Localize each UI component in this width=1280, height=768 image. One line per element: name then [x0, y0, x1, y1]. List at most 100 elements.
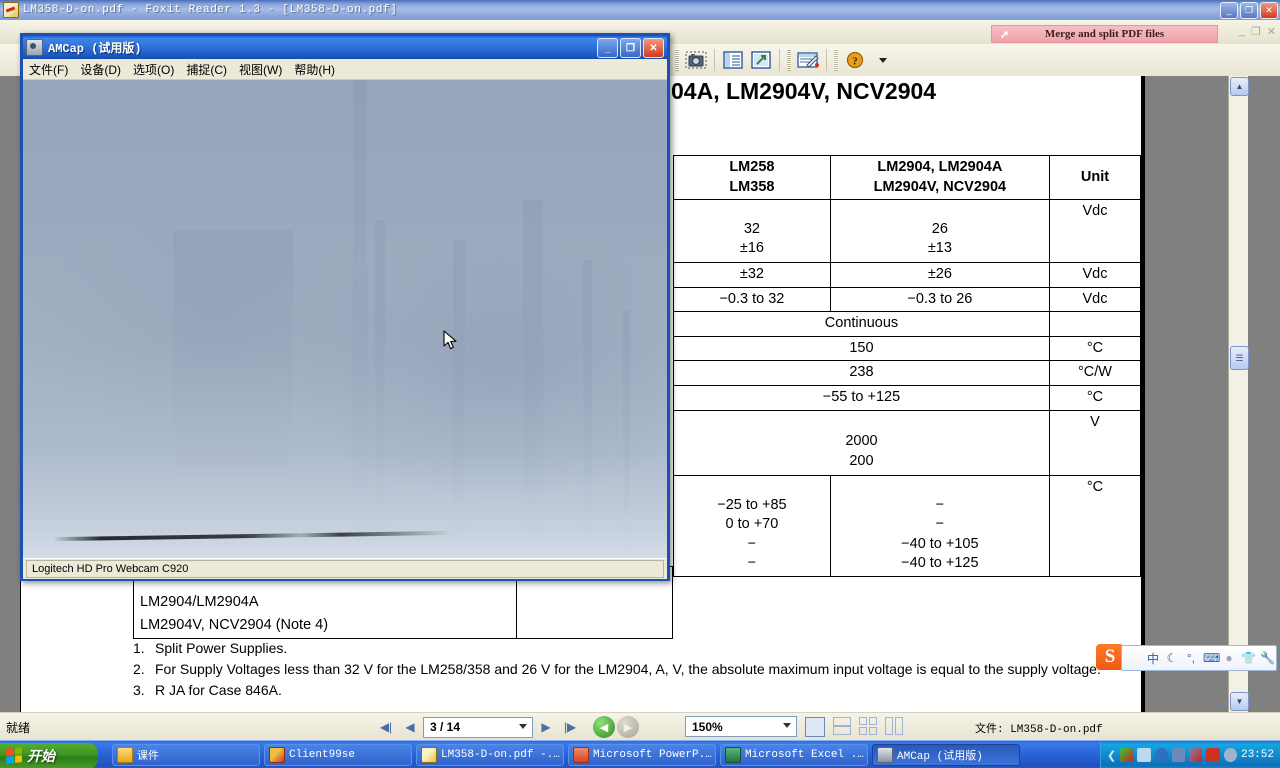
menu-help[interactable]: 帮助(H) [294, 61, 335, 78]
sogou-ime-toolbar: 中 ☾ °, ⌨ ● 👕 🔧 [1121, 645, 1277, 671]
help-icon[interactable]: ? [842, 48, 868, 72]
menu-options[interactable]: 选项(O) [133, 61, 174, 78]
snapshot-icon[interactable] [683, 48, 709, 72]
facing-mode-button[interactable] [859, 717, 877, 735]
scroll-up-button[interactable]: ▲ [1230, 77, 1249, 96]
taskbar-item-excel[interactable]: Microsoft Excel ... [720, 744, 868, 766]
toolbar-grip[interactable] [675, 49, 679, 71]
page-number-value: 3 / 14 [430, 720, 461, 734]
amcap-minimize-button[interactable]: _ [597, 38, 618, 58]
sound-icon[interactable] [1223, 748, 1237, 762]
vertical-scrollbar[interactable]: ▲ ☰ ▼ [1228, 76, 1249, 712]
desktop-root: LM358-D-on.pdf - Foxit Reader 1.3 - [LM3… [0, 0, 1280, 768]
close-button[interactable]: ✕ [1260, 2, 1278, 19]
taskbar-item-amcap[interactable]: AMCap (试用版) [872, 744, 1020, 766]
table-row: Continuous [673, 311, 1141, 337]
taskbar-item-label: AMCap (试用版) [897, 751, 983, 763]
menu-file[interactable]: 文件(F) [29, 61, 68, 78]
usb-icon[interactable] [1189, 748, 1203, 762]
scrollbar-thumb[interactable]: ☰ [1230, 346, 1249, 370]
taskbar-item-courseware[interactable]: 课件 [112, 744, 260, 766]
menu-capture[interactable]: 捕捉(C) [186, 61, 227, 78]
cell-unit: °C [1048, 384, 1141, 411]
single-page-mode-button[interactable] [805, 717, 825, 737]
amcap-window-title: AMCap (试用版) [48, 42, 142, 56]
volume-icon[interactable] [1137, 748, 1151, 762]
foxit-window-title: LM358-D-on.pdf - Foxit Reader 1.3 - [LM3… [23, 4, 398, 16]
continuous-mode-button[interactable] [833, 717, 851, 735]
history-forward-button[interactable]: ▶ [617, 716, 639, 738]
form-edit-icon[interactable] [795, 48, 821, 72]
scroll-down-button[interactable]: ▼ [1230, 692, 1249, 711]
menu-view[interactable]: 视图(W) [239, 61, 282, 78]
merge-split-banner[interactable]: ➚ Merge and split PDF files [991, 25, 1218, 43]
cell-unit: Vdc [1048, 286, 1141, 313]
table-row: 238 °C/W [673, 360, 1141, 386]
chinese-mode-icon[interactable]: 中 [1146, 650, 1160, 667]
last-page-button[interactable]: |▶ [559, 716, 581, 738]
taskbar-item-foxit[interactable]: LM358-D-on.pdf -... [416, 744, 564, 766]
toolbar-grip-2[interactable] [787, 49, 791, 71]
chevron-down-icon-zoom[interactable] [783, 723, 791, 728]
pdf-notes: 1. Split Power Supplies. 2. For Supply V… [133, 639, 1141, 702]
moon-icon[interactable]: ☾ [1165, 651, 1179, 665]
next-page-button[interactable]: ▶ [535, 716, 557, 738]
cell-value: −0.3 to 32 [673, 286, 831, 313]
tray-expand-icon[interactable]: ❮ [1107, 749, 1116, 762]
amcap-window: AMCap (试用版) _ ❐ ✕ 文件(F) 设备(D) 选项(O) 捕捉(C… [20, 33, 670, 581]
user-icon[interactable]: ● [1222, 651, 1236, 665]
taskbar-item-client99se[interactable]: Client99se [264, 744, 412, 766]
pdf-heading: 04A, LM2904V, NCV2904 [671, 78, 937, 104]
cell-value-merged: 150 [673, 335, 1050, 362]
toolbar-grip-3[interactable] [834, 49, 838, 71]
previous-page-button[interactable]: ◀ [399, 716, 421, 738]
soft-keyboard-icon[interactable]: ⌨ [1203, 651, 1220, 665]
webcam-preview[interactable] [23, 80, 667, 558]
toolbar-overflow-icon[interactable] [870, 48, 896, 72]
first-page-button[interactable]: ◀| [375, 716, 397, 738]
network-icon[interactable] [1120, 748, 1134, 762]
cell-value: −0.3 to 26 [829, 286, 1050, 313]
taskbar-clock: 23:52 [1240, 749, 1274, 761]
skin-icon[interactable]: 👕 [1241, 651, 1256, 665]
mdi-minimize-button[interactable]: _ [1239, 25, 1245, 38]
antivirus-icon[interactable] [1154, 748, 1168, 762]
sogou-ime-logo-icon[interactable]: S [1096, 644, 1124, 670]
table-row: ±32 ±26 Vdc [673, 262, 1141, 288]
zoom-combobox[interactable]: 150% [685, 716, 797, 737]
svg-text:?: ? [852, 56, 858, 68]
foxit-titlebar[interactable]: LM358-D-on.pdf - Foxit Reader 1.3 - [LM3… [0, 0, 1280, 20]
zoom-value: 150% [692, 719, 723, 734]
monitor-icon[interactable] [1171, 748, 1186, 762]
amcap-close-button[interactable]: ✕ [643, 38, 664, 58]
mdi-close-button[interactable]: ✕ [1267, 25, 1276, 38]
folder-icon [117, 747, 133, 763]
mdi-restore-button[interactable]: ❐ [1251, 25, 1261, 38]
tools-icon[interactable]: 🔧 [1260, 651, 1275, 665]
taskbar-item-powerpoint[interactable]: Microsoft PowerP... [568, 744, 716, 766]
minimize-button[interactable]: _ [1220, 2, 1238, 19]
chevron-down-icon[interactable] [519, 723, 527, 729]
menu-device[interactable]: 设备(D) [80, 61, 121, 78]
video-dark-streak [52, 530, 454, 542]
note-number: 2. [133, 660, 145, 677]
taskbar-item-label: LM358-D-on.pdf -... [441, 749, 563, 761]
page-number-combobox[interactable]: 3 / 14 [423, 716, 533, 738]
status-ready-label: 就绪 [6, 720, 31, 735]
amcap-window-controls: _ ❐ ✕ [597, 38, 664, 58]
cell-unit: °C/W [1048, 360, 1141, 386]
amcap-titlebar[interactable]: AMCap (试用版) _ ❐ ✕ [23, 36, 667, 59]
bookmark-panel-icon[interactable] [720, 48, 746, 72]
left-navigation-panel[interactable] [0, 76, 21, 712]
continuous-facing-mode-button[interactable] [885, 717, 903, 735]
punctuation-icon[interactable]: °, [1184, 651, 1198, 665]
shield-icon[interactable] [1206, 748, 1220, 762]
amcap-maximize-button[interactable]: ❐ [620, 38, 641, 58]
start-button[interactable]: 开始 [0, 742, 98, 768]
amcap-app-icon [26, 39, 43, 56]
open-external-icon[interactable] [748, 48, 774, 72]
mouse-cursor [443, 330, 459, 357]
cell-value: 26 ±13 [829, 199, 1050, 264]
maximize-button[interactable]: ❐ [1240, 2, 1258, 19]
history-back-button[interactable]: ◀ [593, 716, 615, 738]
